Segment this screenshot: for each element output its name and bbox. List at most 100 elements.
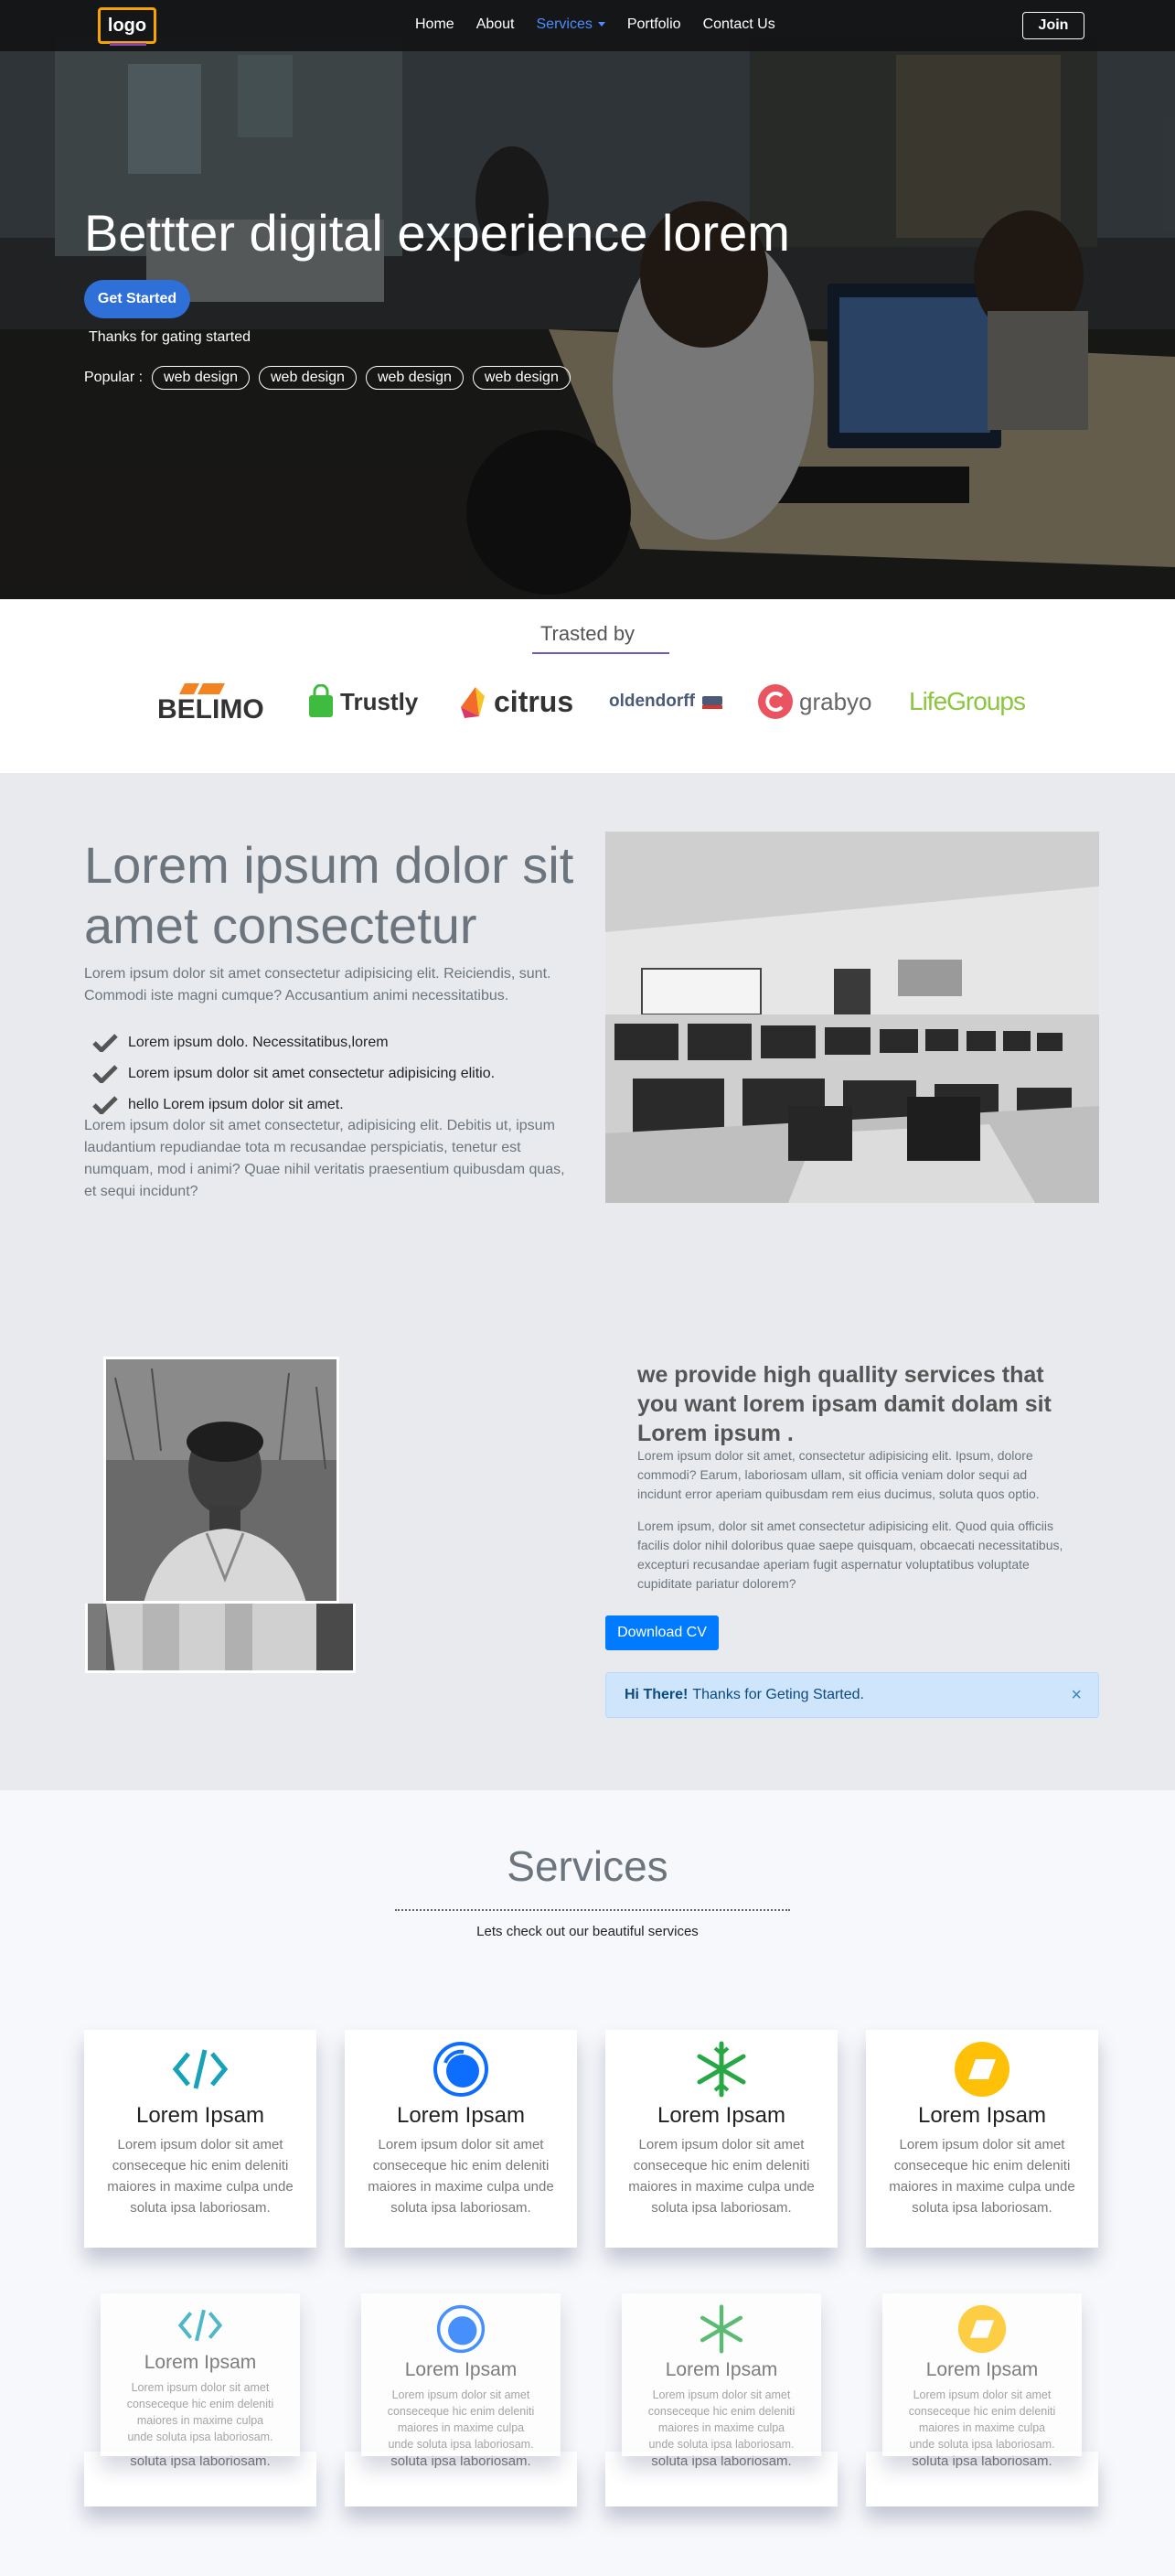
belimo-logo-text: BELIMO	[157, 694, 264, 722]
service-card[interactable]: Lorem Ipsam Lorem ipsum dolor sit amet c…	[101, 2293, 300, 2456]
service-card-base: soluta ipsa laboriosam.	[345, 2452, 577, 2506]
belimo-logo-icon: BELIMO	[157, 683, 264, 722]
close-icon[interactable]: ×	[1071, 1685, 1082, 1706]
popular-tags: Popular : web design web design web desi…	[84, 366, 571, 390]
service-card-title: Lorem Ipsam	[135, 2103, 265, 2128]
brand-lifegroups: LifeGroups	[909, 682, 1026, 722]
service-card[interactable]: Lorem Ipsam Lorem ipsum dolor sit amet c…	[866, 2030, 1098, 2248]
hero-title: Bettter digital experience lorem	[84, 204, 790, 262]
popular-tag[interactable]: web design	[152, 366, 250, 390]
circle-swirl-icon	[433, 2041, 489, 2098]
service-card-base: soluta ipsa laboriosam.	[866, 2452, 1098, 2506]
about-intro: Lorem ipsum dolor sit amet consectetur a…	[84, 966, 551, 1004]
check-icon	[92, 1096, 118, 1114]
nav-services-label: Services	[536, 16, 593, 32]
trustly-logo-text: Trustly	[340, 687, 419, 715]
nav-contact[interactable]: Contact Us	[703, 16, 775, 33]
nav-links: Home About Services Portfolio Contact Us	[415, 16, 797, 33]
navbar: logo Home About Services Portfolio Conta…	[0, 0, 1175, 51]
about-section: Lorem ipsum dolor sit amet consectetur L…	[0, 773, 1175, 1790]
snowflake-icon	[693, 2041, 750, 2098]
service-card[interactable]: Lorem Ipsam Lorem ipsum dolor sit amet c…	[84, 2030, 316, 2248]
service-card[interactable]: Lorem Ipsam Lorem ipsum dolor sit amet c…	[361, 2293, 561, 2456]
alert-strong-text: Hi There!	[625, 1687, 689, 1702]
service-card[interactable]: Lorem Ipsam Lorem ipsum dolor sit amet c…	[605, 2030, 838, 2248]
trusted-section: Trasted by BELIMO Trustly citrus oldendo…	[0, 599, 1175, 773]
popular-tag[interactable]: web design	[365, 366, 464, 390]
check-icon	[92, 1065, 118, 1083]
about-body: Lorem ipsum dolor sit amet consectetur, …	[84, 1118, 565, 1199]
citrus-logo-text: citrus	[494, 684, 574, 718]
services-title: Services	[507, 1842, 668, 1890]
service-card-text: Lorem ipsum dolor sit amet conseceque hi…	[908, 2388, 1056, 2451]
ship-icon	[701, 696, 722, 709]
nav-about[interactable]: About	[476, 16, 515, 33]
service-card-text: Lorem ipsum dolor sit amet conseceque hi…	[126, 2381, 274, 2443]
code-icon	[172, 2041, 229, 2098]
service-card-title: Lorem Ipsam	[144, 2352, 257, 2373]
lifegroups-logo-text: LifeGroups	[909, 687, 1026, 715]
popular-tag[interactable]: web design	[472, 366, 571, 390]
alert-message: Thanks for Geting Started.	[692, 1687, 864, 1702]
feature-text: Lorem ipsum dolor sit amet consectetur a…	[128, 1066, 496, 1081]
popular-label: Popular :	[84, 370, 144, 385]
service-card-base: soluta ipsa laboriosam.	[605, 2452, 838, 2506]
service-card-title: Lorem Ipsam	[665, 2359, 778, 2380]
service-card-text: Lorem ipsum dolor sit amet conseceque hi…	[107, 2137, 294, 2216]
about-heading: Lorem ipsum dolor sit amet consectetur	[84, 836, 574, 954]
shopping-bag-icon	[309, 684, 333, 717]
service-card-title: Lorem Ipsam	[404, 2359, 518, 2380]
nav-services-dropdown[interactable]: Services	[537, 16, 605, 33]
parallelogram-icon	[957, 2304, 1007, 2354]
brand-logos: BELIMO Trustly citrus oldendorff grabyo …	[155, 672, 1033, 727]
grabyo-logo-text: grabyo	[799, 687, 872, 715]
feature-list-item: Lorem ipsum dolor sit amet consectetur a…	[91, 1058, 495, 1089]
service-card-text: Lorem ipsum dolor sit amet conseceque hi…	[387, 2388, 535, 2451]
snowflake-icon	[697, 2304, 746, 2354]
profile-heading: we provide high quallity services that y…	[637, 1362, 1052, 1446]
grabyo-logo-icon	[758, 684, 793, 719]
profile-paragraph-1: Lorem ipsum dolor sit amet, consectetur …	[637, 1448, 1040, 1501]
service-card-text: Lorem ipsum dolor sit amet conseceque hi…	[647, 2388, 796, 2451]
join-button[interactable]: Join	[1022, 12, 1084, 39]
brand-citrus: citrus	[457, 682, 573, 722]
services-subtitle: Lets check out our beautiful services	[476, 1924, 699, 1939]
chevron-down-icon	[597, 22, 605, 27]
service-card-title: Lorem Ipsam	[657, 2103, 786, 2128]
logo[interactable]: logo	[98, 7, 156, 46]
oldendorff-logo-text: oldendorff	[609, 692, 695, 711]
hero-subtext: Thanks for gating started	[89, 329, 251, 345]
info-alert: Hi There! Thanks for Geting Started. ×	[605, 1672, 1099, 1718]
get-started-button[interactable]: Get Started	[84, 280, 190, 318]
services-divider	[395, 1909, 790, 1911]
feature-list: Lorem ipsum dolo. Necessitatibus,lorem L…	[91, 1027, 495, 1121]
hero-section: Bettter digital experience lorem Get Sta…	[0, 0, 1175, 599]
service-card-base: soluta ipsa laboriosam.	[84, 2452, 316, 2506]
feature-text: hello Lorem ipsum dolor sit amet.	[128, 1097, 344, 1112]
brand-grabyo: grabyo	[757, 682, 872, 722]
check-icon	[92, 1034, 118, 1052]
profile-photo-base	[85, 1604, 356, 1673]
service-card[interactable]: Lorem Ipsam Lorem ipsum dolor sit amet c…	[882, 2293, 1082, 2456]
nav-home[interactable]: Home	[415, 16, 454, 33]
service-card[interactable]: Lorem Ipsam Lorem ipsum dolor sit amet c…	[622, 2293, 821, 2456]
circle-swirl-icon	[436, 2304, 486, 2354]
service-card-text: Lorem ipsum dolor sit amet conseceque hi…	[628, 2137, 815, 2216]
nav-portfolio[interactable]: Portfolio	[627, 16, 681, 33]
brand-trustly: Trustly	[307, 682, 418, 722]
trusted-title: Trasted by	[539, 622, 636, 645]
code-icon	[176, 2304, 225, 2346]
popular-tag[interactable]: web design	[259, 366, 357, 390]
service-card-text: Lorem ipsum dolor sit amet conseceque hi…	[368, 2137, 554, 2216]
profile-photo	[103, 1357, 339, 1604]
service-card[interactable]: Lorem Ipsam Lorem ipsum dolor sit amet c…	[345, 2030, 577, 2248]
service-card-title: Lorem Ipsam	[925, 2359, 1039, 2380]
service-card-title: Lorem Ipsam	[396, 2103, 526, 2128]
feature-text: Lorem ipsum dolo. Necessitatibus,lorem	[128, 1035, 389, 1050]
brand-belimo: BELIMO	[157, 682, 276, 722]
service-card-text: Lorem ipsum dolor sit amet conseceque hi…	[889, 2137, 1075, 2216]
citrus-slice-icon	[461, 687, 485, 718]
profile-paragraph-2: Lorem ipsum, dolor sit amet consectetur …	[637, 1519, 1063, 1591]
download-cv-button[interactable]: Download CV	[605, 1615, 719, 1650]
service-card-title: Lorem Ipsam	[917, 2103, 1047, 2128]
